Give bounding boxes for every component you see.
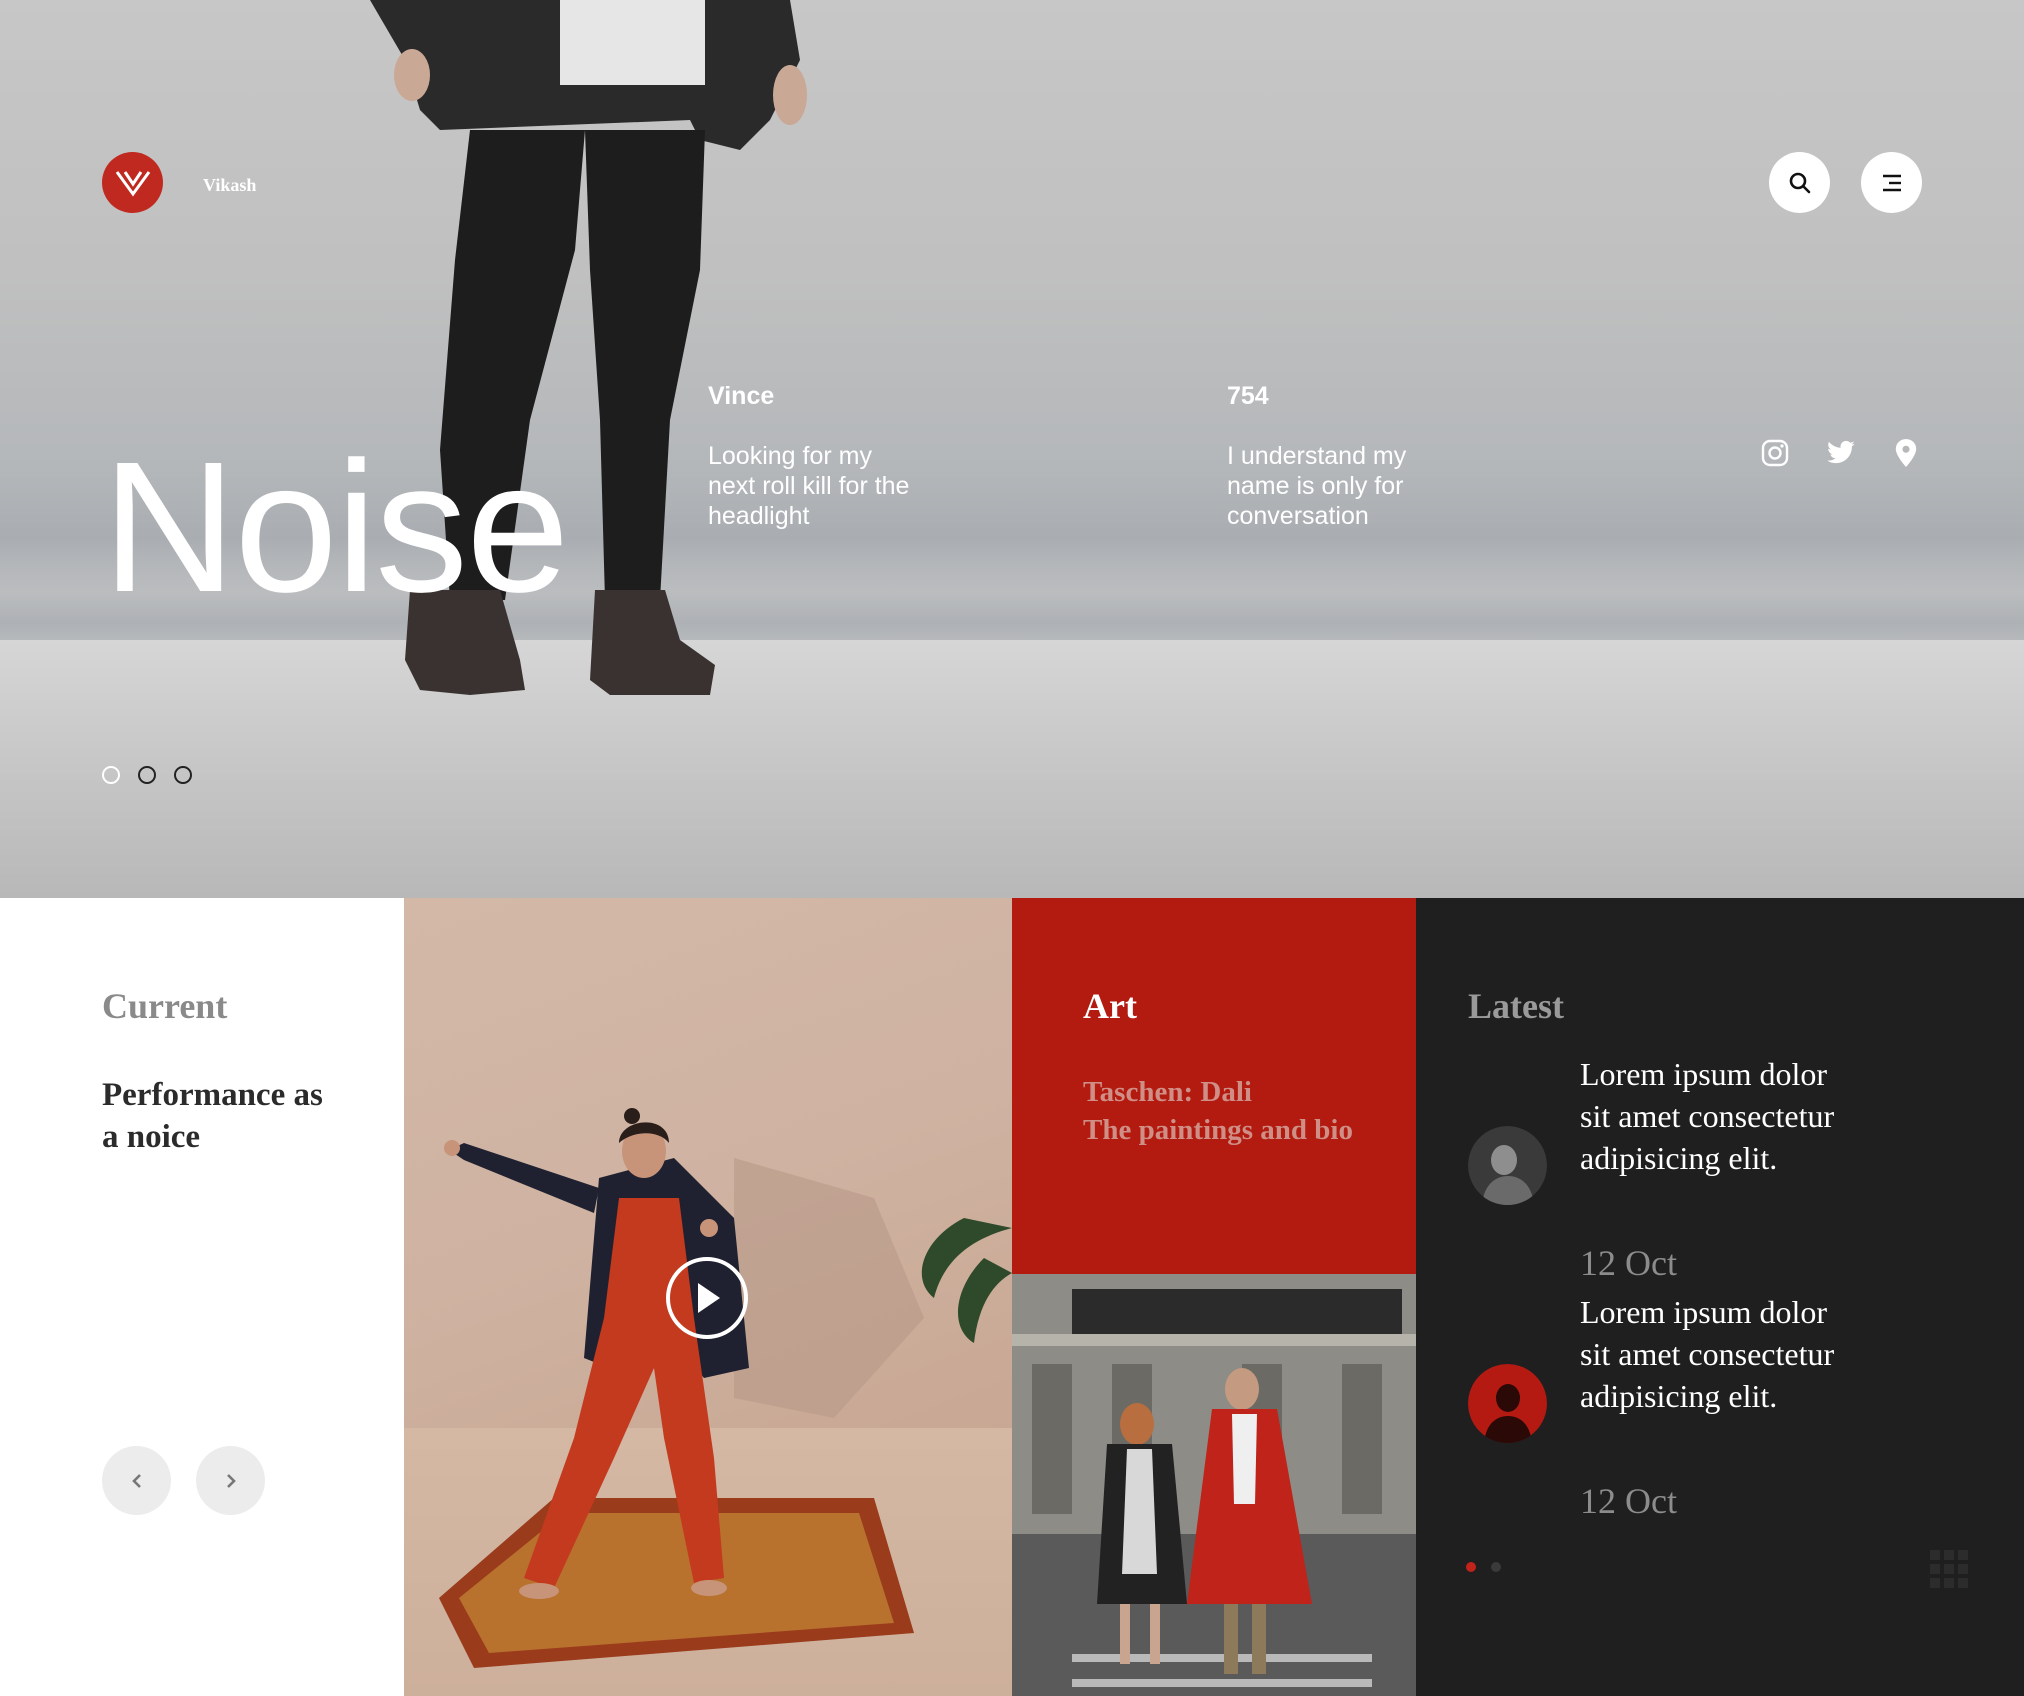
search-icon — [1789, 172, 1810, 193]
news-avatar[interactable] — [1468, 1126, 1547, 1205]
hero-meta-heading: Vince — [708, 382, 775, 410]
play-icon — [698, 1283, 720, 1313]
twitter-link[interactable] — [1826, 438, 1856, 468]
twitter-icon — [1827, 440, 1855, 464]
latest-label: Latest — [1468, 986, 1564, 1026]
next-button[interactable] — [196, 1446, 265, 1515]
hero-meta-1: Vince Looking for my next roll kill for … — [708, 382, 923, 531]
brand-name[interactable]: Vikash — [203, 175, 256, 196]
hero-meta-heading: 754 — [1227, 382, 1269, 410]
news-item-date: 12 Oct — [1580, 1481, 1677, 1521]
slide-dot-3[interactable] — [174, 766, 192, 784]
news-avatar[interactable] — [1468, 1364, 1547, 1443]
art-label: Art — [1083, 986, 1137, 1026]
hero-meta-text: Looking for my next roll kill for the he… — [708, 442, 910, 530]
v-logo-icon — [115, 170, 150, 197]
art-link-line-1: Taschen: Dali — [1083, 1076, 1252, 1108]
chevron-left-icon — [131, 1473, 141, 1488]
instagram-icon — [1761, 439, 1789, 467]
current-title[interactable]: Performance as a noice — [102, 1074, 332, 1158]
news-item-text[interactable]: Lorem ipsum dolor sit amet consectetur a… — [1580, 1053, 1840, 1179]
slide-dot-1[interactable] — [102, 766, 120, 784]
slide-dot-2[interactable] — [138, 766, 156, 784]
chevron-right-icon — [226, 1473, 236, 1488]
search-button[interactable] — [1769, 152, 1830, 213]
avatar-image — [1468, 1364, 1547, 1443]
news-item-text[interactable]: Lorem ipsum dolor sit amet consectetur a… — [1580, 1291, 1840, 1417]
art-link-line-2: The paintings and bio — [1083, 1114, 1353, 1146]
location-link[interactable] — [1891, 438, 1921, 468]
hero-section: Vikash Noise Vince Looking for my next r… — [0, 0, 2024, 898]
hero-meta-2: 754 I understand my name is only for con… — [1227, 382, 1442, 531]
menu-button[interactable] — [1861, 152, 1922, 213]
brand-logo[interactable] — [102, 152, 163, 213]
play-button[interactable] — [666, 1257, 748, 1339]
prev-button[interactable] — [102, 1446, 171, 1515]
pager-dot-1[interactable] — [1466, 1562, 1476, 1572]
hero-title: Noise — [102, 424, 570, 631]
menu-icon — [1882, 174, 1901, 191]
instagram-link[interactable] — [1760, 438, 1790, 468]
news-item-date: 12 Oct — [1580, 1243, 1677, 1283]
hero-meta-text: I understand my name is only for convers… — [1227, 442, 1407, 530]
art-link[interactable]: Taschen: Dali The paintings and bio — [1083, 1073, 1403, 1149]
location-pin-icon — [1895, 439, 1917, 467]
avatar-image — [1468, 1126, 1547, 1205]
current-label: Current — [102, 986, 228, 1026]
pager-dot-2[interactable] — [1491, 1562, 1501, 1572]
grid-icon[interactable] — [1930, 1550, 1968, 1588]
couple-image — [1012, 1274, 1416, 1696]
street-photo — [1012, 1274, 1416, 1696]
